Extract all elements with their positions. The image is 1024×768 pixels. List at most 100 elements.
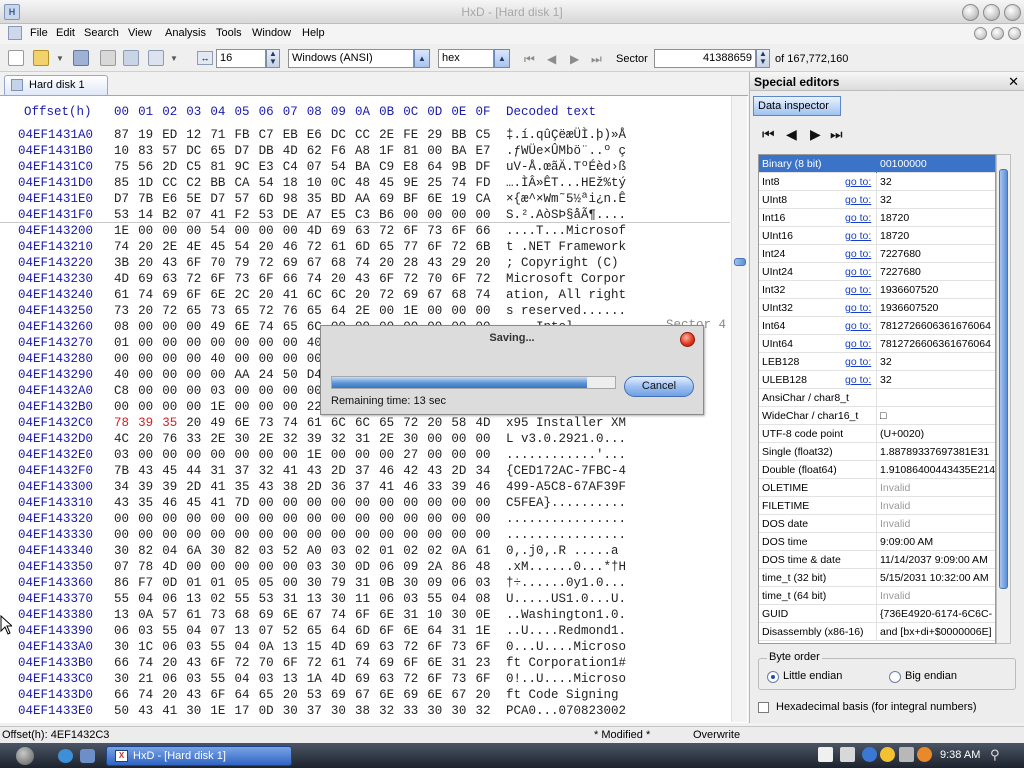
hex-scrollbar[interactable] [731, 96, 747, 722]
bytes-per-row-field[interactable]: 16 [216, 49, 266, 68]
hex-byte[interactable]: 00 [451, 304, 466, 318]
offset-base-select[interactable]: hex [438, 49, 494, 68]
hex-byte[interactable]: 81 [403, 144, 418, 158]
hex-byte[interactable]: 0D [162, 576, 177, 590]
hex-byte[interactable]: 20 [259, 288, 274, 302]
hex-byte[interactable]: 00 [379, 496, 394, 510]
hex-byte[interactable]: 74 [259, 320, 274, 334]
hex-byte[interactable]: 00 [138, 320, 153, 334]
inspector-row[interactable]: UInt16 go to: 18720 [759, 227, 995, 245]
hex-byte[interactable]: 65 [307, 304, 322, 318]
hex-byte[interactable]: 20 [138, 432, 153, 446]
hex-byte[interactable]: 43 [355, 272, 370, 286]
hex-byte[interactable]: 00 [210, 512, 225, 526]
hex-byte[interactable]: 61 [307, 416, 322, 430]
hex-byte[interactable]: 53 [259, 208, 274, 222]
decoded-text[interactable]: ×{æ^×Wm˜5½ªi¿n.Ê [506, 192, 626, 206]
decoded-text[interactable]: ..U....Redmond1. [506, 624, 626, 638]
inspector-value[interactable]: 7227680 [880, 248, 995, 260]
save-icon[interactable] [73, 50, 89, 66]
hex-byte[interactable]: 45 [162, 464, 177, 478]
hex-byte[interactable]: 00 [162, 368, 177, 382]
hex-byte[interactable]: 03 [186, 672, 201, 686]
inspector-value[interactable]: 1936607520 [880, 302, 995, 314]
hex-byte[interactable]: 74 [138, 688, 153, 702]
decoded-text[interactable]: .ƒWÜe×ÛMbö¨..º ç [506, 144, 626, 158]
hex-byte[interactable]: 7B [138, 192, 153, 206]
hex-byte[interactable]: 28 [403, 256, 418, 270]
hex-byte[interactable]: 00 [427, 208, 442, 222]
hex-byte[interactable]: E8 [403, 160, 418, 174]
hex-byte[interactable]: 72 [162, 304, 177, 318]
hex-byte[interactable]: E3 [259, 160, 274, 174]
hex-basis-checkbox[interactable] [758, 702, 769, 713]
hex-byte[interactable]: 00 [186, 224, 201, 238]
hex-byte[interactable]: 00 [451, 528, 466, 542]
hex-byte[interactable]: 6F [476, 640, 491, 654]
hex-byte[interactable]: 86 [114, 576, 129, 590]
inspector-value[interactable]: 1936607520 [880, 284, 995, 296]
hex-byte[interactable]: 46 [403, 480, 418, 494]
hex-byte[interactable]: 1F [379, 144, 394, 158]
hex-byte[interactable]: 6F [186, 288, 201, 302]
hex-byte[interactable]: 6E [427, 656, 442, 670]
hex-byte[interactable]: F2 [235, 208, 250, 222]
hex-byte[interactable]: 35 [235, 480, 250, 494]
hex-byte[interactable]: 37 [307, 704, 322, 718]
hex-byte[interactable]: 74 [307, 272, 322, 286]
hex-byte[interactable]: 33 [186, 432, 201, 446]
hex-byte[interactable]: 71 [210, 128, 225, 142]
hex-byte[interactable]: 73 [259, 416, 274, 430]
hex-byte[interactable]: 07 [186, 208, 201, 222]
hex-byte[interactable]: 00 [186, 384, 201, 398]
hex-byte[interactable]: 40 [114, 368, 129, 382]
hex-byte[interactable]: 74 [114, 240, 129, 254]
sector-spinner[interactable]: ▲ ▼ [756, 49, 770, 68]
hex-byte[interactable]: 00 [427, 304, 442, 318]
hex-byte[interactable]: 41 [210, 496, 225, 510]
hex-byte[interactable]: 74 [355, 656, 370, 670]
hex-byte[interactable]: D7 [210, 192, 225, 206]
hex-byte[interactable]: 4D [307, 224, 322, 238]
little-endian-radio[interactable] [767, 671, 779, 683]
hex-byte[interactable]: 72 [235, 656, 250, 670]
decoded-text[interactable]: ..Washington1.0. [506, 608, 626, 622]
hex-byte[interactable]: 43 [138, 704, 153, 718]
hex-byte[interactable]: 00 [476, 528, 491, 542]
minimize-button[interactable] [962, 4, 979, 21]
inspector-row[interactable]: UInt32 go to: 1936607520 [759, 299, 995, 317]
goto-link[interactable]: go to: [845, 302, 871, 314]
menu-view[interactable]: View [128, 27, 152, 39]
hex-byte[interactable]: 50 [283, 368, 298, 382]
hex-byte[interactable]: 20 [138, 256, 153, 270]
decoded-text[interactable]: 499-A5C8-67AF39F [506, 480, 626, 494]
hex-byte[interactable]: 09 [427, 576, 442, 590]
hex-byte[interactable]: 00 [403, 496, 418, 510]
inspector-row[interactable]: DOS date Invalid [759, 515, 995, 533]
hex-byte[interactable]: 43 [186, 688, 201, 702]
hex-byte[interactable]: 29 [451, 256, 466, 270]
inspector-value[interactable]: 32 [880, 176, 995, 188]
hex-byte[interactable]: 38 [283, 480, 298, 494]
hex-byte[interactable]: 72 [307, 240, 322, 254]
hex-byte[interactable]: 46 [476, 480, 491, 494]
hex-byte[interactable]: 42 [403, 464, 418, 478]
hex-byte[interactable]: 31 [355, 432, 370, 446]
hex-byte[interactable]: 00 [186, 528, 201, 542]
hex-byte[interactable]: 2A [427, 560, 442, 574]
hex-byte[interactable]: 6F [403, 224, 418, 238]
scrollbar-thumb[interactable] [734, 258, 746, 266]
hex-byte[interactable]: 39 [138, 480, 153, 494]
tab-data-inspector[interactable]: Data inspector [753, 96, 841, 116]
hex-byte[interactable]: 03 [210, 384, 225, 398]
bytes-per-row-spinner[interactable]: ▲ ▼ [266, 49, 280, 68]
hex-byte[interactable]: 2C [235, 288, 250, 302]
hex-byte[interactable]: 20 [162, 656, 177, 670]
hex-byte[interactable]: 50 [114, 704, 129, 718]
inspector-value[interactable]: 7812726606361676064 [880, 320, 995, 332]
goto-link[interactable]: go to: [845, 284, 871, 296]
hex-byte[interactable]: 55 [162, 624, 177, 638]
hex-byte[interactable]: 00 [283, 224, 298, 238]
hex-byte[interactable]: 07 [210, 624, 225, 638]
hex-byte[interactable]: 6E [379, 688, 394, 702]
